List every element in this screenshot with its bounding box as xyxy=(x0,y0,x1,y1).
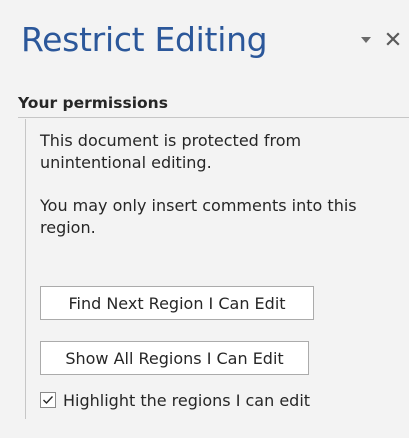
pane-options-button[interactable] xyxy=(356,30,376,50)
permissions-section-header: Your permissions xyxy=(18,94,168,112)
checkmark-icon xyxy=(42,395,54,405)
close-icon xyxy=(386,32,400,46)
chevron-down-icon xyxy=(360,36,372,44)
pane-close-button[interactable] xyxy=(382,28,404,50)
section-left-rule xyxy=(25,119,26,419)
comments-only-message: You may only insert comments into this r… xyxy=(40,196,357,237)
highlight-regions-label: Highlight the regions I can edit xyxy=(63,390,311,410)
show-all-regions-button[interactable]: Show All Regions I Can Edit xyxy=(40,341,309,375)
pane-title: Restrict Editing xyxy=(21,20,268,59)
highlight-regions-option[interactable]: Highlight the regions I can edit xyxy=(40,389,310,411)
protection-message: This document is protected from unintent… xyxy=(40,131,302,172)
highlight-regions-checkbox[interactable] xyxy=(40,392,56,408)
find-next-region-button[interactable]: Find Next Region I Can Edit xyxy=(40,286,314,320)
restrict-editing-pane: Restrict Editing Your permissions This d… xyxy=(0,0,409,438)
section-divider xyxy=(18,117,409,118)
